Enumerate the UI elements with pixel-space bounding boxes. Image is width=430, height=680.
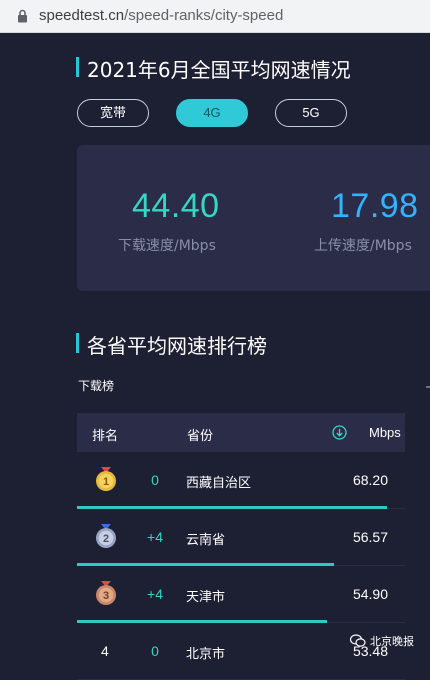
province-name: 北京市 [186, 647, 226, 662]
upload-speed-label: 上传速度/Mbps [314, 238, 412, 254]
province-name: 云南省 [186, 533, 226, 548]
rank-number: 4 [101, 643, 109, 659]
watermark: 北京晚报 [350, 633, 414, 649]
speed-value: 56.57 [352, 529, 388, 545]
svg-text:3: 3 [103, 590, 109, 602]
rank-change: 0 [151, 643, 159, 659]
download-arrow-icon [332, 425, 347, 440]
tab-4g[interactable]: 4G [176, 99, 248, 127]
tab-broadband[interactable]: 宽带 [77, 99, 149, 127]
ranking-title: 各省平均网速排行榜 [76, 330, 267, 359]
table-row[interactable]: 4 0 北京市 53.48 [77, 623, 405, 680]
column-rank: 排名 [92, 429, 119, 444]
medal-bronze-icon: 3 [96, 581, 116, 605]
url-host: speedtest.cn [39, 7, 125, 24]
medal-silver-icon: 2 [96, 524, 116, 548]
divider [426, 386, 430, 388]
table-row[interactable]: 3 +4 天津市 54.90 [77, 566, 405, 623]
wechat-icon [350, 634, 366, 647]
speed-value: 68.20 [352, 472, 388, 488]
upload-speed-value: 17.98 [331, 187, 419, 225]
browser-address-bar[interactable]: speedtest.cn/speed-ranks/city-speed [0, 0, 430, 33]
province-name: 天津市 [186, 590, 226, 605]
column-province: 省份 [187, 429, 214, 444]
svg-text:1: 1 [103, 476, 109, 488]
table-row[interactable]: 2 +4 云南省 56.57 [77, 509, 405, 566]
rank-change: 0 [151, 472, 159, 488]
url-path: /speed-ranks/city-speed [124, 7, 284, 24]
url-text[interactable]: speedtest.cn/speed-ranks/city-speed [39, 7, 283, 24]
province-name: 西藏自治区 [186, 476, 252, 491]
column-speed: Mbps [369, 425, 401, 440]
rank-change: +4 [147, 529, 163, 545]
watermark-text: 北京晚报 [370, 635, 414, 648]
download-ranking-label[interactable]: 下载榜 [78, 377, 114, 394]
tab-5g[interactable]: 5G [275, 99, 347, 127]
rank-change: +4 [147, 586, 163, 602]
medal-gold-icon: 1 [96, 467, 116, 491]
speed-stats-card: 44.40 下载速度/Mbps 17.98 上传速度/Mbps [77, 145, 430, 291]
svg-text:2: 2 [103, 533, 109, 545]
lock-icon [18, 9, 27, 23]
download-speed-value: 44.40 [132, 187, 220, 225]
summary-title: 2021年6月全国平均网速情况 [76, 54, 351, 83]
download-speed-label: 下载速度/Mbps [118, 238, 216, 254]
speed-value: 54.90 [352, 586, 388, 602]
table-header: 排名 省份 Mbps [77, 413, 405, 452]
table-row[interactable]: 1 0 西藏自治区 68.20 [77, 452, 405, 509]
